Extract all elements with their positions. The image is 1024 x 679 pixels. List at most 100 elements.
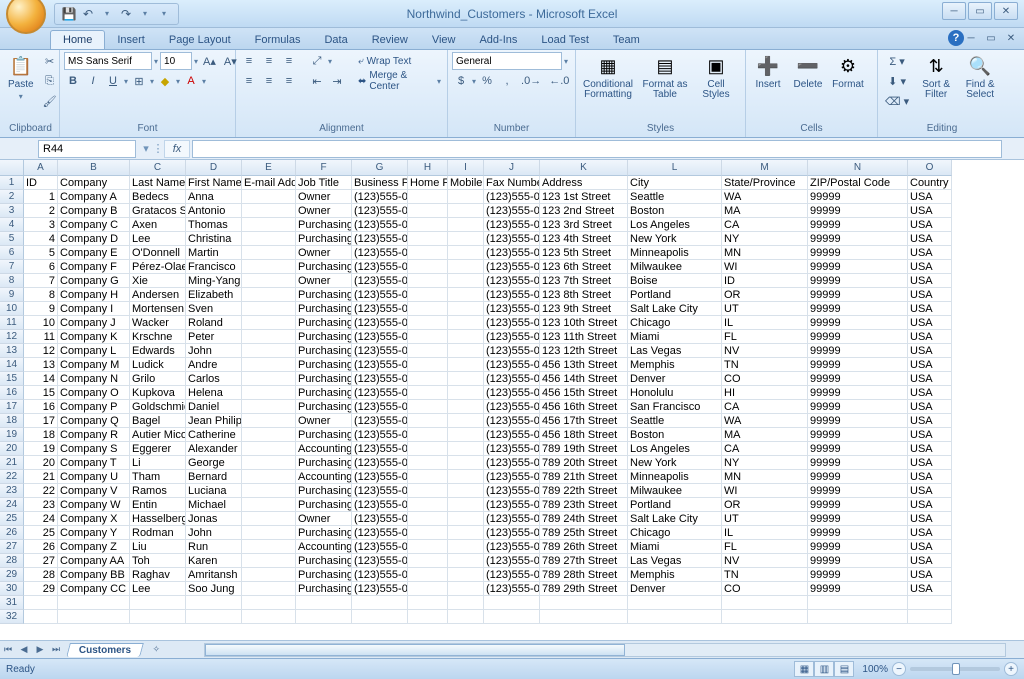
- cell[interactable]: [408, 428, 448, 442]
- table-row[interactable]: 27Company AATohKarenPurchasing(123)555-0…: [24, 554, 1024, 568]
- cell[interactable]: USA: [908, 582, 952, 596]
- cell[interactable]: (123)555-0: [484, 386, 540, 400]
- cell[interactable]: 1: [24, 190, 58, 204]
- font-size-selector[interactable]: 10: [160, 52, 192, 70]
- align-top-icon[interactable]: ≡: [240, 52, 258, 70]
- table-row[interactable]: 21Company UThamBernardAccounting(123)555…: [24, 470, 1024, 484]
- row-header-21[interactable]: 21: [0, 456, 24, 470]
- cell[interactable]: Boise: [628, 274, 722, 288]
- cell[interactable]: Lee: [130, 582, 186, 596]
- cell[interactable]: NV: [722, 554, 808, 568]
- cell[interactable]: 20: [24, 456, 58, 470]
- cell[interactable]: [448, 400, 484, 414]
- cell[interactable]: [448, 372, 484, 386]
- cell[interactable]: USA: [908, 302, 952, 316]
- cell[interactable]: [722, 610, 808, 624]
- cell[interactable]: Purchasing: [296, 260, 352, 274]
- doc-minimize-button[interactable]: ─: [962, 30, 980, 46]
- cell[interactable]: [186, 610, 242, 624]
- cell[interactable]: 123 9th Street: [540, 302, 628, 316]
- cell[interactable]: USA: [908, 540, 952, 554]
- cell[interactable]: USA: [908, 414, 952, 428]
- cell[interactable]: Owner: [296, 274, 352, 288]
- cell[interactable]: ZIP/Postal Code: [808, 176, 908, 190]
- paste-button[interactable]: 📋 Paste ▾: [6, 52, 36, 103]
- table-row[interactable]: 4Company DLeeChristinaPurchasing(123)555…: [24, 232, 1024, 246]
- cell[interactable]: Company G: [58, 274, 130, 288]
- cell[interactable]: [408, 246, 448, 260]
- cell[interactable]: Goldschmidt: [130, 400, 186, 414]
- cell[interactable]: UT: [722, 302, 808, 316]
- sort-filter-button[interactable]: ⇅ Sort & Filter: [916, 52, 956, 102]
- cell[interactable]: 123 4th Street: [540, 232, 628, 246]
- cell[interactable]: 13: [24, 358, 58, 372]
- delete-cells-button[interactable]: ➖ Delete: [790, 52, 826, 92]
- cell[interactable]: Company B: [58, 204, 130, 218]
- zoom-slider[interactable]: [910, 667, 1000, 671]
- cell[interactable]: 789 29th Street: [540, 582, 628, 596]
- cell[interactable]: [242, 428, 296, 442]
- cell[interactable]: 99999: [808, 554, 908, 568]
- cell[interactable]: 99999: [808, 246, 908, 260]
- cell[interactable]: 456 16th Street: [540, 400, 628, 414]
- cell[interactable]: 3: [24, 218, 58, 232]
- cell[interactable]: Owner: [296, 512, 352, 526]
- cell[interactable]: [448, 330, 484, 344]
- cell[interactable]: [448, 218, 484, 232]
- row-header-4[interactable]: 4: [0, 218, 24, 232]
- cell[interactable]: USA: [908, 316, 952, 330]
- cell[interactable]: 789 25th Street: [540, 526, 628, 540]
- col-header-N[interactable]: N: [808, 160, 908, 176]
- name-box-dropdown-icon[interactable]: ▾: [140, 140, 152, 158]
- cell[interactable]: 789 20th Street: [540, 456, 628, 470]
- cell[interactable]: 16: [24, 400, 58, 414]
- cell[interactable]: Los Angeles: [628, 218, 722, 232]
- cell[interactable]: USA: [908, 428, 952, 442]
- cell[interactable]: Seattle: [628, 190, 722, 204]
- cell[interactable]: Milwaukee: [628, 484, 722, 498]
- normal-view-icon[interactable]: ▦: [794, 661, 814, 677]
- orientation-icon[interactable]: ⤢: [308, 52, 326, 70]
- cell[interactable]: [448, 470, 484, 484]
- name-box-expand-icon[interactable]: ⋮: [152, 140, 164, 158]
- cell[interactable]: Purchasing: [296, 330, 352, 344]
- cell[interactable]: 789 23th Street: [540, 498, 628, 512]
- sheet-tab-customers[interactable]: Customers: [66, 643, 144, 657]
- cell[interactable]: (123)555-0: [484, 428, 540, 442]
- cell[interactable]: IL: [722, 316, 808, 330]
- row-header-6[interactable]: 6: [0, 246, 24, 260]
- row-header-18[interactable]: 18: [0, 414, 24, 428]
- cell[interactable]: [408, 400, 448, 414]
- cell[interactable]: USA: [908, 554, 952, 568]
- cell[interactable]: [242, 204, 296, 218]
- cell[interactable]: [242, 414, 296, 428]
- cell[interactable]: Last Name: [130, 176, 186, 190]
- cell[interactable]: [242, 330, 296, 344]
- row-header-15[interactable]: 15: [0, 372, 24, 386]
- cell[interactable]: Business Phone: [352, 176, 408, 190]
- row-header-19[interactable]: 19: [0, 428, 24, 442]
- cell[interactable]: [408, 330, 448, 344]
- undo-icon[interactable]: ↶: [80, 6, 96, 22]
- cell[interactable]: 99999: [808, 190, 908, 204]
- cell[interactable]: Helena: [186, 386, 242, 400]
- cell[interactable]: Purchasing: [296, 288, 352, 302]
- tab-load-test[interactable]: Load Test: [529, 31, 601, 49]
- cell[interactable]: Toh: [130, 554, 186, 568]
- cell[interactable]: Soo Jung: [186, 582, 242, 596]
- font-color-icon[interactable]: A: [182, 72, 200, 90]
- cell[interactable]: 99999: [808, 232, 908, 246]
- cell[interactable]: Company I: [58, 302, 130, 316]
- cell[interactable]: OR: [722, 288, 808, 302]
- fill-icon[interactable]: ⬇ ▾: [882, 72, 912, 90]
- increase-decimal-icon[interactable]: .0→: [518, 72, 544, 90]
- cell[interactable]: [448, 568, 484, 582]
- cell[interactable]: (123)555-0: [484, 400, 540, 414]
- cell[interactable]: Grilo: [130, 372, 186, 386]
- row-header-25[interactable]: 25: [0, 512, 24, 526]
- cell[interactable]: USA: [908, 442, 952, 456]
- cell[interactable]: Company V: [58, 484, 130, 498]
- cell[interactable]: 99999: [808, 484, 908, 498]
- cell[interactable]: 24: [24, 512, 58, 526]
- cell[interactable]: Accounting: [296, 442, 352, 456]
